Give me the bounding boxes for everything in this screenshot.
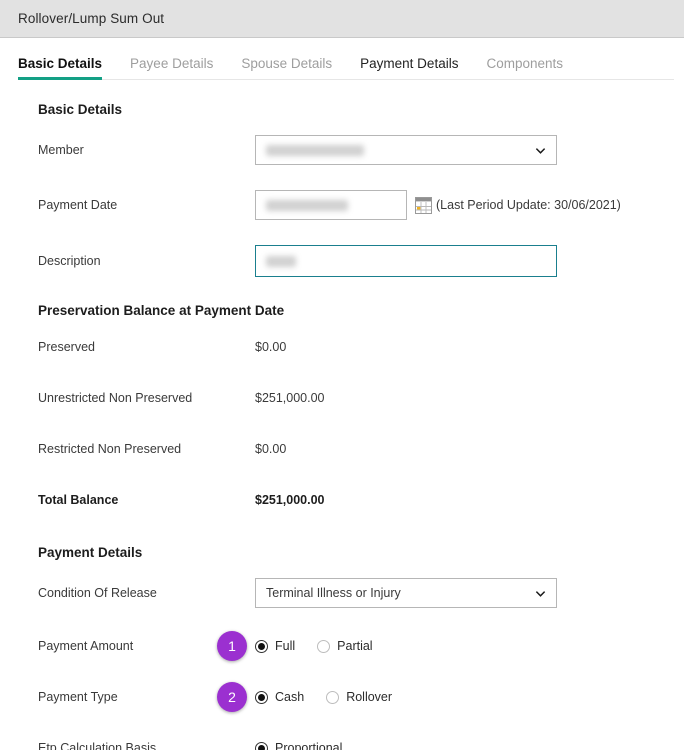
field-row-payment-date: Payment Date (Last Period Update: 30/06/…	[0, 190, 684, 220]
option-label: Partial	[337, 639, 373, 653]
member-label: Member	[38, 143, 84, 157]
annotation-badge-2: 2	[217, 682, 247, 712]
radio-icon[interactable]	[326, 690, 340, 704]
section-title-preservation-balance: Preservation Balance at Payment Date	[38, 303, 285, 318]
last-period-update-hint: (Last Period Update: 30/06/2021)	[436, 198, 621, 212]
payment-amount-option-full[interactable]: Full	[255, 639, 295, 653]
section-title-basic-details: Basic Details	[38, 102, 123, 117]
radio-icon[interactable]	[255, 690, 268, 704]
restricted-non-preserved-value: $0.00	[255, 442, 287, 456]
description-input[interactable]	[255, 245, 557, 277]
option-label: Cash	[275, 690, 305, 704]
payment-date-label: Payment Date	[38, 198, 118, 212]
payment-type-option-cash[interactable]: Cash	[255, 690, 304, 704]
field-row-member: Member	[0, 135, 684, 165]
option-label: Proportional	[275, 741, 343, 750]
condition-of-release-value: Terminal Illness or Injury	[266, 586, 401, 600]
etp-calculation-basis-radio-group: Proportional	[255, 741, 364, 750]
tab-label: Basic Details	[18, 56, 103, 71]
description-value-redacted	[266, 255, 296, 267]
window-title: Rollover/Lump Sum Out	[18, 11, 165, 26]
preserved-label: Preserved	[38, 340, 95, 354]
payment-date-input[interactable]	[255, 190, 407, 220]
option-label: Rollover	[346, 690, 393, 704]
etp-calculation-basis-label: Etp Calculation Basis	[38, 741, 157, 750]
window-header: Rollover/Lump Sum Out	[0, 0, 684, 38]
tab-basic-details[interactable]: Basic Details	[18, 56, 116, 80]
tab-spouse-details[interactable]: Spouse Details	[227, 56, 346, 80]
section-title-payment-details: Payment Details	[38, 545, 143, 560]
payment-type-option-rollover[interactable]: Rollover	[326, 690, 392, 704]
field-row-payment-type: Payment Type 2 Cash Rollover	[0, 682, 684, 712]
chevron-down-icon	[535, 588, 546, 599]
total-balance-label: Total Balance	[38, 493, 119, 507]
tab-label: Payment Details	[360, 56, 459, 71]
field-row-description: Description	[0, 245, 684, 277]
tab-strip: Basic Details Payee Details Spouse Detai…	[0, 38, 684, 80]
tab-components[interactable]: Components	[472, 56, 577, 80]
field-row-restricted-non-preserved: Restricted Non Preserved $0.00	[0, 436, 684, 462]
payment-date-value-redacted	[266, 199, 348, 211]
calendar-icon[interactable]	[415, 196, 432, 214]
chevron-down-icon	[535, 145, 546, 156]
unrestricted-non-preserved-label: Unrestricted Non Preserved	[38, 391, 193, 405]
radio-icon[interactable]	[255, 741, 268, 750]
member-value-redacted	[266, 144, 364, 156]
field-row-condition-of-release: Condition Of Release Terminal Illness or…	[0, 578, 684, 608]
field-row-total-balance: Total Balance $251,000.00	[0, 487, 684, 513]
payment-amount-radio-group: Full Partial	[255, 639, 395, 653]
tab-payment-details[interactable]: Payment Details	[346, 56, 472, 80]
option-label: Full	[275, 639, 296, 653]
tab-label: Payee Details	[130, 56, 214, 71]
description-label: Description	[38, 254, 101, 268]
field-row-etp-calculation-basis: Etp Calculation Basis Proportional	[0, 735, 684, 750]
radio-icon[interactable]	[317, 639, 331, 653]
condition-of-release-select[interactable]: Terminal Illness or Injury	[255, 578, 557, 608]
unrestricted-non-preserved-value: $251,000.00	[255, 391, 325, 405]
restricted-non-preserved-label: Restricted Non Preserved	[38, 442, 182, 456]
etp-option-proportional[interactable]: Proportional	[255, 741, 342, 750]
condition-of-release-label: Condition Of Release	[38, 586, 157, 600]
form-content: Basic Details Member Payment Date (Last …	[0, 80, 684, 750]
annotation-badge-1: 1	[217, 631, 247, 661]
field-row-payment-amount: Payment Amount 1 Full Partial	[0, 631, 684, 661]
field-row-unrestricted-non-preserved: Unrestricted Non Preserved $251,000.00	[0, 385, 684, 411]
tab-label: Spouse Details	[241, 56, 333, 71]
total-balance-value: $251,000.00	[255, 493, 325, 507]
tab-payee-details[interactable]: Payee Details	[116, 56, 227, 80]
tab-label: Components	[486, 56, 563, 71]
payment-type-radio-group: Cash Rollover	[255, 690, 414, 704]
radio-icon[interactable]	[255, 639, 268, 653]
payment-amount-option-partial[interactable]: Partial	[317, 639, 373, 653]
preserved-value: $0.00	[255, 340, 287, 354]
field-row-preserved: Preserved $0.00	[0, 334, 684, 360]
member-select[interactable]	[255, 135, 557, 165]
